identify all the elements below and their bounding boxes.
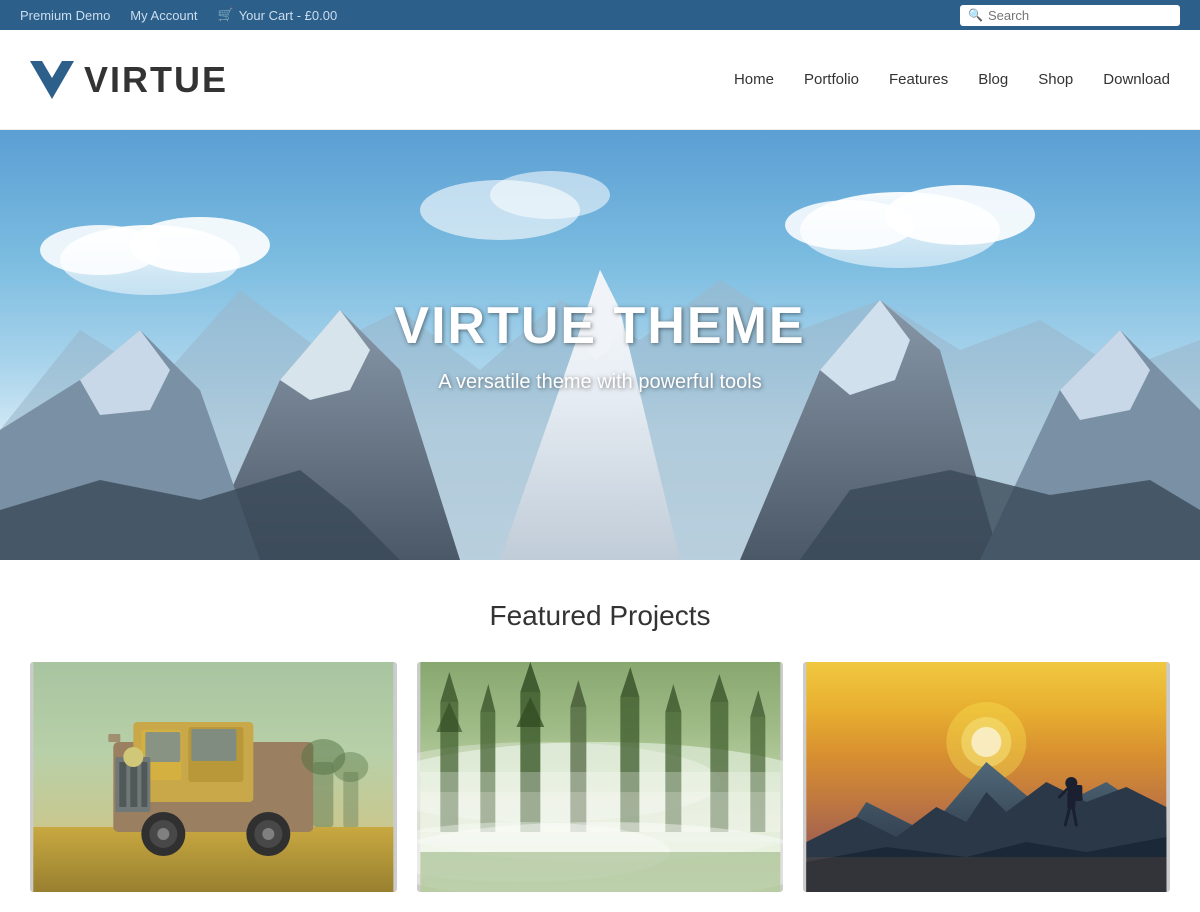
search-icon: 🔍	[968, 8, 983, 22]
nav-features[interactable]: Features	[889, 71, 948, 88]
hero-content: VIRTUE THEME A versatile theme with powe…	[394, 296, 805, 394]
nav-portfolio[interactable]: Portfolio	[804, 71, 859, 88]
cart-icon: 🛒	[218, 7, 234, 23]
premium-demo-link[interactable]: Premium Demo	[20, 8, 110, 23]
projects-grid	[30, 662, 1170, 892]
hero-title: VIRTUE THEME	[394, 296, 805, 356]
hero-subtitle: A versatile theme with powerful tools	[394, 371, 805, 394]
featured-section: Featured Projects	[0, 560, 1200, 912]
nav-shop[interactable]: Shop	[1038, 71, 1073, 88]
cart-text: Your Cart - £0.00	[239, 8, 338, 23]
my-account-link[interactable]: My Account	[130, 8, 197, 23]
nav-blog[interactable]: Blog	[978, 71, 1008, 88]
project-image-2	[417, 662, 784, 892]
logo[interactable]: VIRTUE	[30, 59, 228, 101]
top-bar-left: Premium Demo My Account 🛒 Your Cart - £0…	[20, 7, 337, 23]
project-card-2[interactable]	[417, 662, 784, 892]
nav-home[interactable]: Home	[734, 71, 774, 88]
project-card-1[interactable]	[30, 662, 397, 892]
nav-download[interactable]: Download	[1103, 71, 1170, 88]
top-bar: Premium Demo My Account 🛒 Your Cart - £0…	[0, 0, 1200, 30]
hero-section: VIRTUE THEME A versatile theme with powe…	[0, 130, 1200, 560]
cart-item[interactable]: 🛒 Your Cart - £0.00	[218, 7, 338, 23]
logo-triangle-icon	[30, 61, 74, 99]
search-input[interactable]	[988, 8, 1172, 23]
project-card-3[interactable]	[803, 662, 1170, 892]
project-image-1	[30, 662, 397, 892]
main-nav: Home Portfolio Features Blog Shop Downlo…	[734, 71, 1170, 88]
logo-text: VIRTUE	[84, 59, 228, 101]
main-header: VIRTUE Home Portfolio Features Blog Shop…	[0, 30, 1200, 130]
featured-title: Featured Projects	[30, 600, 1170, 632]
search-bar[interactable]: 🔍	[960, 5, 1180, 26]
project-image-3	[803, 662, 1170, 892]
